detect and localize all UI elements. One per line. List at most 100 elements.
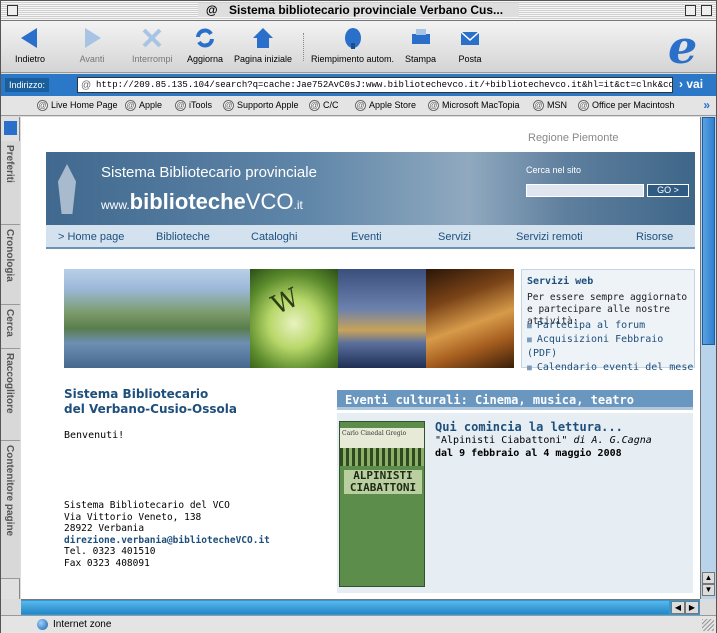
- address-field[interactable]: @ http://209.85.135.104/search?q=cache:J…: [77, 77, 673, 93]
- window-title: @ Sistema bibliotecario provinciale Verb…: [1, 3, 716, 17]
- collapse-box[interactable]: [701, 5, 712, 16]
- nav-servizi-remoti[interactable]: Servizi remoti: [516, 231, 583, 243]
- nav-eventi[interactable]: Eventi: [351, 231, 382, 243]
- scroll-right-arrow-icon[interactable]: ▶: [685, 601, 699, 614]
- link-calendario[interactable]: Calendario eventi del mese: [527, 361, 694, 375]
- horizontal-scroll-thumb[interactable]: [21, 601, 669, 614]
- address-url: http://209.85.135.104/search?q=cache:Jae…: [96, 80, 673, 90]
- sidebar-tab-cerca[interactable]: Cerca: [1, 305, 20, 349]
- ie-logo-icon: e: [668, 20, 698, 74]
- sidebar-tab-preferiti[interactable]: Preferiti: [1, 141, 20, 225]
- vertical-scrollbar[interactable]: ▲ ▼: [700, 117, 716, 599]
- leaf-logo-icon: [58, 164, 76, 214]
- www-magnifier-photo: W: [250, 269, 338, 368]
- library-system-title: Sistema Bibliotecario del Verbano-Cusio-…: [64, 387, 237, 416]
- print-button[interactable]: Stampa: [405, 25, 436, 64]
- scroll-left-arrow-icon[interactable]: ◀: [671, 601, 685, 614]
- fav-item[interactable]: @ Office per Macintosh: [578, 100, 674, 111]
- sidebar-tab-contenitore[interactable]: Contenitore pagine: [1, 441, 20, 579]
- refresh-button[interactable]: Aggiorna: [187, 25, 223, 64]
- mail-button[interactable]: Posta: [457, 25, 483, 64]
- sidebar-tab-raccoglitore[interactable]: Raccoglitore: [1, 349, 20, 441]
- mail-label: Posta: [458, 54, 482, 64]
- event-book-line: "Alpinisti Ciabattoni" di A. G.Cagna: [435, 435, 652, 446]
- eventi-header: Eventi culturali: Cinema, musica, teatro: [337, 390, 693, 410]
- site-search-input[interactable]: [526, 184, 644, 197]
- event-dates: dal 9 febbraio al 4 maggio 2008: [435, 448, 622, 459]
- nav-biblioteche[interactable]: Biblioteche: [156, 231, 210, 243]
- zoom-box[interactable]: [685, 5, 696, 16]
- stop-label: Interrompi: [132, 54, 173, 64]
- fav-item[interactable]: @ Supporto Apple: [223, 100, 299, 111]
- at-icon: @: [81, 80, 92, 91]
- home-label: Pagina iniziale: [234, 54, 293, 64]
- fav-item[interactable]: @ Apple Store: [355, 100, 416, 111]
- nav-risorse[interactable]: Risorse: [636, 231, 673, 243]
- more-favorites-icon[interactable]: »: [703, 98, 710, 112]
- fav-at-icon: @: [175, 100, 186, 111]
- fav-at-icon: @: [37, 100, 48, 111]
- forward-arrow-icon: [85, 28, 101, 48]
- scroll-down-arrow-icon[interactable]: ▼: [702, 584, 715, 596]
- address-label: Indirizzo:: [5, 78, 50, 92]
- fav-item[interactable]: @ Live Home Page: [37, 100, 118, 111]
- main-nav: > Home page Biblioteche Cataloghi Eventi…: [46, 225, 695, 249]
- zone-label: Internet zone: [53, 619, 112, 630]
- stop-button[interactable]: Interrompi: [132, 25, 173, 64]
- books-photo: [426, 269, 514, 368]
- fav-at-icon: @: [125, 100, 136, 111]
- fav-item[interactable]: @ C/C: [309, 100, 339, 111]
- autofill-label: Riempimento autom.: [311, 54, 395, 64]
- nav-home[interactable]: > Home page: [58, 231, 124, 243]
- autofill-pen-icon: [344, 28, 361, 49]
- fav-at-icon: @: [309, 100, 320, 111]
- title-bar[interactable]: @ Sistema bibliotecario provinciale Verb…: [1, 1, 716, 21]
- region-label: Regione Piemonte: [528, 132, 619, 144]
- nav-servizi[interactable]: Servizi: [438, 231, 471, 243]
- address-bar: Indirizzo: @ http://209.85.135.104/searc…: [1, 74, 716, 96]
- go-label: vai: [686, 77, 704, 91]
- status-bar: Internet zone: [1, 615, 716, 633]
- home-button[interactable]: Pagina iniziale: [234, 25, 292, 64]
- scroll-up-arrow-icon[interactable]: ▲: [702, 572, 715, 584]
- link-acquisizioni[interactable]: Acquisizioni Febbraio (PDF): [527, 333, 694, 361]
- book-cover-title: ALPINISTI CIABATTONI: [344, 470, 422, 494]
- sidebar-toggle-icon[interactable]: [4, 121, 17, 135]
- email-link[interactable]: direzione.verbania@bibliotecheVCO.it: [64, 535, 270, 547]
- back-arrow-icon: [21, 28, 38, 48]
- event-title-link[interactable]: Qui comincia la lettura...: [435, 420, 623, 434]
- link-forum[interactable]: Partecipa al forum: [527, 319, 694, 333]
- fav-item[interactable]: @ iTools: [175, 100, 212, 111]
- nav-cataloghi[interactable]: Cataloghi: [251, 231, 297, 243]
- back-button[interactable]: Indietro: [15, 25, 45, 64]
- go-button[interactable]: › vai: [679, 77, 703, 91]
- refresh-label: Aggiorna: [187, 54, 224, 64]
- site-title: Sistema Bibliotecario provinciale: [101, 164, 317, 181]
- fav-at-icon: @: [355, 100, 366, 111]
- servizi-web-box: Servizi web Per essere sempre aggiornato…: [521, 269, 695, 373]
- resize-grip-icon[interactable]: [702, 619, 714, 631]
- fav-item[interactable]: @ MSN: [533, 100, 567, 111]
- sunset-lake-photo: [338, 269, 426, 368]
- forward-button[interactable]: Avanti: [79, 25, 105, 64]
- site-banner: Sistema Bibliotecario provinciale www.bi…: [46, 152, 695, 225]
- back-label: Indietro: [15, 54, 46, 64]
- horizontal-scrollbar[interactable]: ◀ ▶: [21, 599, 700, 615]
- fav-item[interactable]: @ Apple: [125, 100, 162, 111]
- fav-at-icon: @: [578, 100, 589, 111]
- favorites-bar: @ Live Home Page @ Apple @ iTools @ Supporto…: [1, 96, 716, 116]
- book-cover-image[interactable]: Carlo Cinedal Gregio ALPINISTI CIABATTON…: [339, 421, 425, 587]
- fav-at-icon: @: [223, 100, 234, 111]
- stop-x-icon: [142, 28, 162, 48]
- toolbar-separator: [303, 33, 304, 61]
- search-go-button[interactable]: GO >: [647, 184, 689, 197]
- sidebar-tab-cronologia[interactable]: Cronologia: [1, 225, 20, 305]
- fav-at-icon: @: [428, 100, 439, 111]
- vertical-scroll-thumb[interactable]: [702, 117, 715, 345]
- welcome-text: Benvenuti!: [64, 430, 125, 441]
- site-url-logo[interactable]: www.bibliotecheVCO.it: [101, 189, 303, 215]
- book-pattern: [340, 448, 424, 466]
- autofill-button[interactable]: Riempimento autom.: [311, 25, 394, 64]
- print-label: Stampa: [405, 54, 437, 64]
- fav-item[interactable]: @ Microsoft MacTopia: [428, 100, 520, 111]
